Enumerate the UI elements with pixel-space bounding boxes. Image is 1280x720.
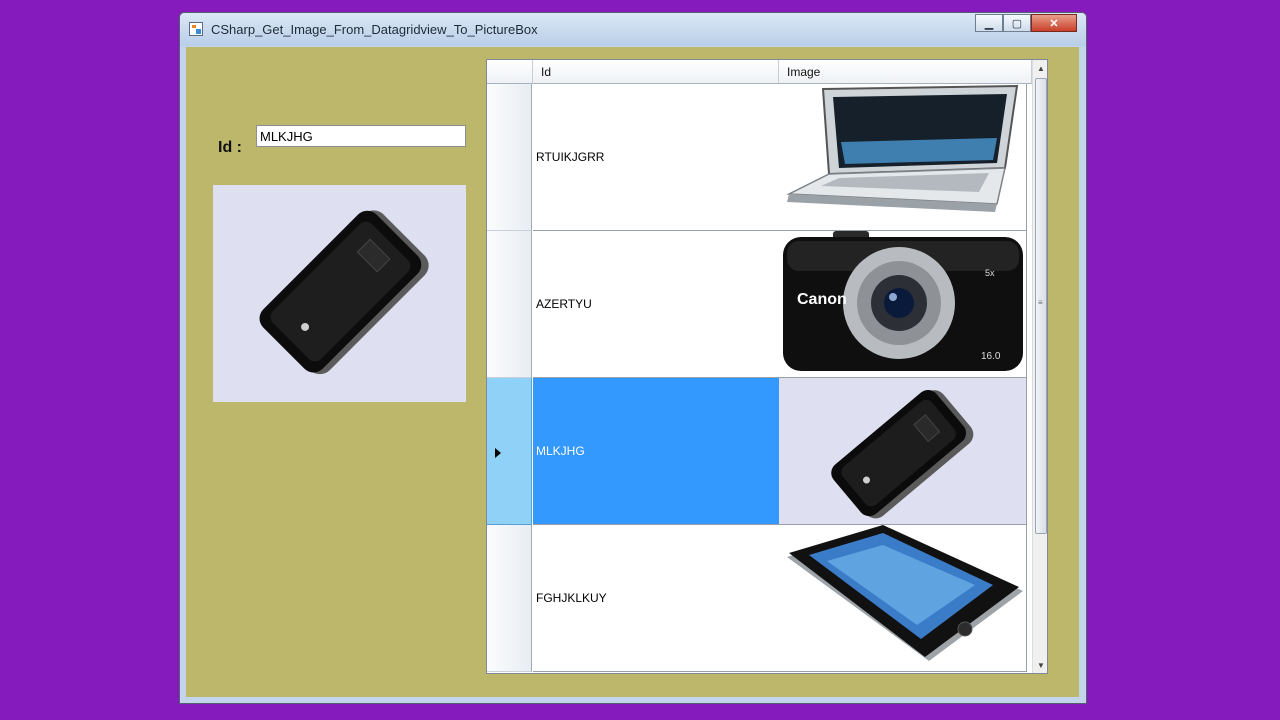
grid-cell-id[interactable]: RTUIKJGRR	[533, 84, 780, 231]
close-icon: ✕	[1049, 17, 1059, 30]
row-header[interactable]	[487, 231, 532, 378]
grid-corner-header[interactable]	[487, 60, 533, 84]
scroll-grip-icon: ≡	[1038, 298, 1043, 307]
camera-zoom-text: 5x	[985, 268, 995, 278]
title-bar[interactable]: CSharp_Get_Image_From_Datagridview_To_Pi…	[180, 13, 1086, 46]
grid-cell-id[interactable]: FGHJKLKUY	[533, 525, 780, 672]
grid-cell-image[interactable]	[779, 525, 1027, 672]
grid-cell-image-selected[interactable]	[779, 378, 1027, 525]
row-header[interactable]	[487, 525, 532, 672]
grid-cell-id[interactable]: AZERTYU	[533, 231, 780, 378]
minimize-icon: ▁	[984, 17, 994, 30]
window-title: CSharp_Get_Image_From_Datagridview_To_Pi…	[211, 22, 538, 37]
data-grid[interactable]: Id Image RTUIKJGRR AZERTYU Canon 5x 16.0…	[486, 59, 1048, 674]
camera-brand-text: Canon	[797, 291, 847, 308]
row-header[interactable]	[487, 84, 532, 231]
id-textbox[interactable]	[256, 125, 466, 147]
smartphone-image-icon	[787, 525, 1023, 661]
picture-box	[213, 185, 466, 402]
window-controls: ▁ ▢ ✕	[975, 14, 1077, 32]
scroll-up-arrow-icon[interactable]: ▲	[1033, 60, 1047, 76]
vertical-scrollbar[interactable]: ▲ ≡ ▼	[1032, 60, 1047, 673]
grid-cell-image[interactable]: Canon 5x 16.0	[779, 231, 1027, 378]
grid-cell-id-selected[interactable]: MLKJHG	[533, 378, 780, 525]
camera-megapixel-text: 16.0	[981, 351, 1001, 362]
app-icon	[189, 22, 203, 36]
maximize-button[interactable]: ▢	[1003, 14, 1031, 32]
router-image-icon	[259, 210, 429, 375]
scroll-down-arrow-icon[interactable]: ▼	[1033, 657, 1047, 673]
maximize-icon: ▢	[1011, 17, 1023, 30]
app-window: CSharp_Get_Image_From_Datagridview_To_Pi…	[179, 12, 1087, 704]
camera-image-icon: Canon 5x 16.0	[783, 231, 1023, 371]
row-header-selected[interactable]	[487, 378, 532, 525]
minimize-button[interactable]: ▁	[975, 14, 1003, 32]
column-header-image[interactable]: Image	[779, 60, 1032, 84]
laptop-image-icon	[786, 84, 1019, 212]
form-client-area: Id : Id Image RTUIKJGRR	[186, 47, 1079, 697]
id-label: Id :	[218, 139, 242, 156]
grid-cell-image[interactable]	[779, 84, 1027, 231]
router-image-icon	[831, 389, 974, 519]
close-button[interactable]: ✕	[1031, 14, 1077, 32]
current-row-arrow-icon	[495, 448, 501, 458]
column-header-id[interactable]: Id	[533, 60, 779, 84]
scrollbar-thumb[interactable]: ≡	[1035, 78, 1047, 534]
